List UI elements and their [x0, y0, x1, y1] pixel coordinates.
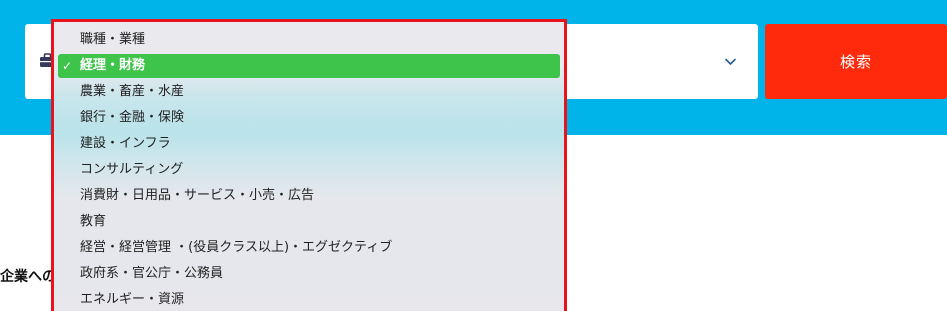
dropdown-option[interactable]: 教育 [58, 209, 560, 235]
dropdown-option-label: 建設・インフラ [80, 136, 171, 151]
dropdown-option[interactable]: 経営・経営管理 ・(役員クラス以上)・エグゼクティブ [58, 235, 560, 261]
dropdown-option[interactable]: 農業・畜産・水産 [58, 79, 560, 105]
dropdown-option[interactable]: 政府系・官公庁・公務員 [58, 261, 560, 287]
dropdown-option[interactable]: コンサルティング [58, 157, 560, 183]
check-icon: ✓ [62, 59, 73, 73]
search-button[interactable]: 検索 [765, 24, 947, 99]
chevron-down-icon[interactable] [724, 55, 737, 68]
job-category-dropdown[interactable]: 職種・業種 ✓ 経理・財務農業・畜産・水産 銀行・金融・保険 建設・インフラ コンサルティ… [51, 19, 567, 311]
dropdown-option-label: 職種・業種 [80, 32, 146, 47]
dropdown-option-label: 経理・財務 [80, 58, 146, 73]
dropdown-option-label: 政府系・官公庁・公務員 [80, 266, 224, 281]
dropdown-option[interactable]: 銀行・金融・保険 [58, 105, 560, 131]
dropdown-option[interactable]: エネルギー・資源 [58, 287, 560, 311]
dropdown-option[interactable]: 消費財・日用品・サービス・小売・広告 [58, 183, 560, 209]
dropdown-option[interactable]: 職種・業種 [58, 27, 560, 53]
dropdown-option-label: エネルギー・資源 [80, 292, 185, 307]
dropdown-option-label: 教育 [80, 214, 107, 229]
dropdown-option-label: 消費財・日用品・サービス・小売・広告 [80, 188, 315, 203]
dropdown-option-label: 経営・経営管理 ・(役員クラス以上)・エグゼクティブ [80, 240, 393, 255]
dropdown-option[interactable]: ✓ 経理・財務 [58, 54, 560, 78]
dropdown-option-label: コンサルティング [80, 162, 184, 177]
dropdown-option[interactable]: 建設・インフラ [58, 131, 560, 157]
dropdown-option-label: 農業・畜産・水産 [80, 84, 185, 99]
dropdown-option-label: 銀行・金融・保険 [80, 110, 185, 125]
dropdown-options-list: 職種・業種 ✓ 経理・財務農業・畜産・水産 銀行・金融・保険 建設・インフラ コンサルティ… [54, 22, 564, 311]
